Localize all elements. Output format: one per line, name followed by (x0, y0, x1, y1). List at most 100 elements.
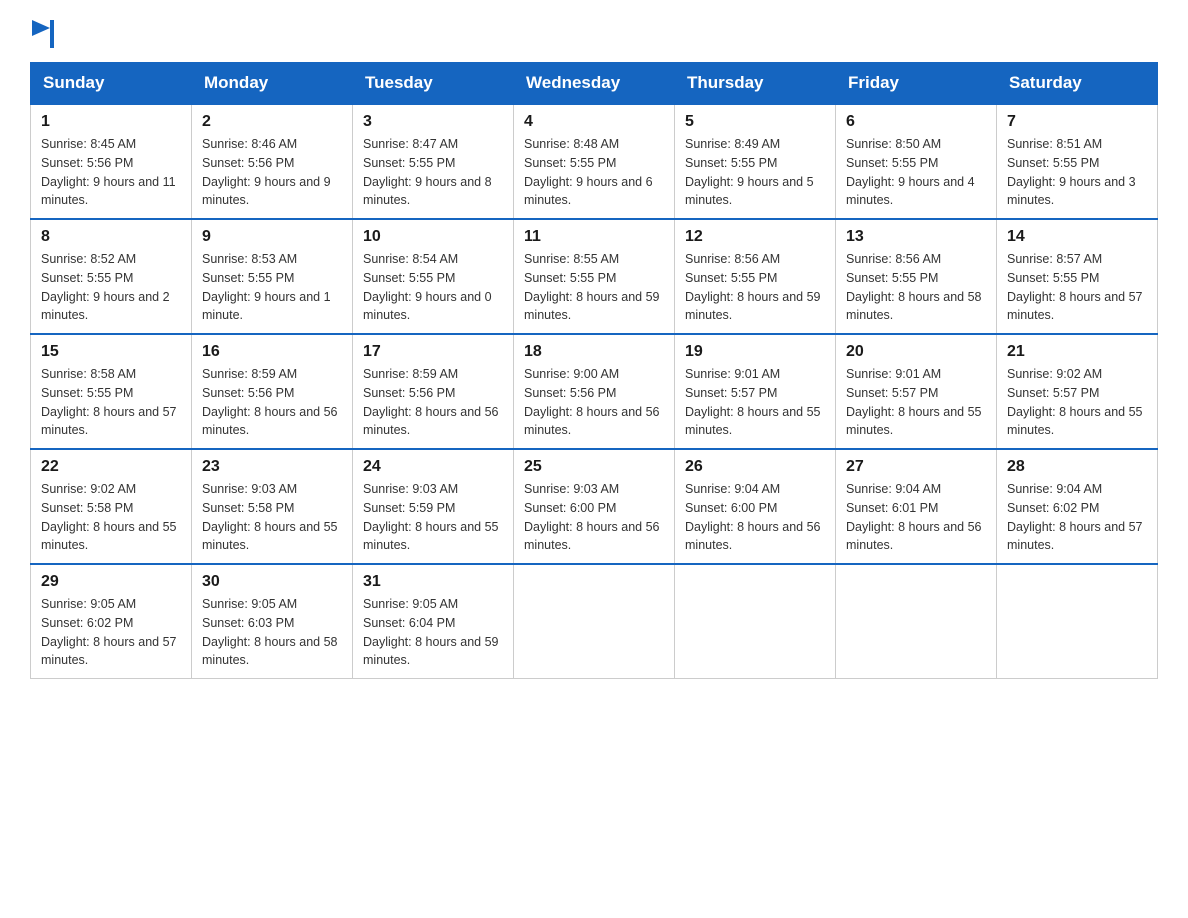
calendar-cell: 15Sunrise: 8:58 AMSunset: 5:55 PMDayligh… (31, 334, 192, 449)
day-info: Sunrise: 9:04 AMSunset: 6:00 PMDaylight:… (685, 480, 825, 555)
header-sunday: Sunday (31, 63, 192, 105)
calendar-week-row: 8 Sunrise: 8:52 AMSunset: 5:55 PMDaylight… (31, 219, 1158, 334)
calendar-cell: 26 Sunrise: 9:04 AMSunset: 6:00 PMDayligh… (675, 449, 836, 564)
day-number: 29 (41, 573, 181, 591)
day-number: 23 (202, 458, 342, 476)
calendar-cell: 8 Sunrise: 8:52 AMSunset: 5:55 PMDaylight… (31, 219, 192, 334)
day-info: Sunrise: 9:05 AMSunset: 6:02 PMDaylight:… (41, 595, 181, 670)
day-info: Sunrise: 8:46 AMSunset: 5:56 PMDaylight:… (202, 135, 342, 210)
header-monday: Monday (192, 63, 353, 105)
day-number: 8 (41, 228, 181, 246)
day-info: Sunrise: 8:57 AMSunset: 5:55 PMDaylight:… (1007, 250, 1147, 325)
calendar-cell: 27 Sunrise: 9:04 AMSunset: 6:01 PMDayligh… (836, 449, 997, 564)
day-number: 6 (846, 113, 986, 131)
calendar-cell: 25 Sunrise: 9:03 AMSunset: 6:00 PMDayligh… (514, 449, 675, 564)
calendar-week-row: 1Sunrise: 8:45 AMSunset: 5:56 PMDaylight… (31, 104, 1158, 219)
day-info: Sunrise: 9:05 AMSunset: 6:03 PMDaylight:… (202, 595, 342, 670)
calendar-cell: 31 Sunrise: 9:05 AMSunset: 6:04 PMDayligh… (353, 564, 514, 679)
calendar-cell: 13 Sunrise: 8:56 AMSunset: 5:55 PMDayligh… (836, 219, 997, 334)
day-info: Sunrise: 9:05 AMSunset: 6:04 PMDaylight:… (363, 595, 503, 670)
day-number: 18 (524, 343, 664, 361)
calendar-table: SundayMondayTuesdayWednesdayThursdayFrid… (30, 62, 1158, 679)
day-number: 9 (202, 228, 342, 246)
logo (30, 20, 56, 42)
day-number: 27 (846, 458, 986, 476)
header-tuesday: Tuesday (353, 63, 514, 105)
calendar-cell: 23 Sunrise: 9:03 AMSunset: 5:58 PMDayligh… (192, 449, 353, 564)
header-thursday: Thursday (675, 63, 836, 105)
calendar-cell: 17Sunrise: 8:59 AMSunset: 5:56 PMDayligh… (353, 334, 514, 449)
day-number: 2 (202, 113, 342, 131)
calendar-cell: 7Sunrise: 8:51 AMSunset: 5:55 PMDaylight… (997, 104, 1158, 219)
day-info: Sunrise: 9:04 AMSunset: 6:02 PMDaylight:… (1007, 480, 1147, 555)
calendar-cell: 12Sunrise: 8:56 AMSunset: 5:55 PMDayligh… (675, 219, 836, 334)
logo-flag-icon (32, 20, 56, 48)
day-number: 31 (363, 573, 503, 591)
calendar-cell (836, 564, 997, 679)
day-info: Sunrise: 8:48 AMSunset: 5:55 PMDaylight:… (524, 135, 664, 210)
day-number: 12 (685, 228, 825, 246)
day-info: Sunrise: 8:56 AMSunset: 5:55 PMDaylight:… (846, 250, 986, 325)
day-info: Sunrise: 9:01 AMSunset: 5:57 PMDaylight:… (846, 365, 986, 440)
day-info: Sunrise: 8:53 AMSunset: 5:55 PMDaylight:… (202, 250, 342, 325)
calendar-cell: 11 Sunrise: 8:55 AMSunset: 5:55 PMDayligh… (514, 219, 675, 334)
calendar-cell: 5 Sunrise: 8:49 AMSunset: 5:55 PMDaylight… (675, 104, 836, 219)
day-number: 21 (1007, 343, 1147, 361)
day-info: Sunrise: 8:45 AMSunset: 5:56 PMDaylight:… (41, 135, 181, 210)
day-info: Sunrise: 9:03 AMSunset: 5:58 PMDaylight:… (202, 480, 342, 555)
calendar-cell: 29 Sunrise: 9:05 AMSunset: 6:02 PMDayligh… (31, 564, 192, 679)
day-info: Sunrise: 9:03 AMSunset: 6:00 PMDaylight:… (524, 480, 664, 555)
day-number: 25 (524, 458, 664, 476)
calendar-cell: 20 Sunrise: 9:01 AMSunset: 5:57 PMDayligh… (836, 334, 997, 449)
day-info: Sunrise: 8:51 AMSunset: 5:55 PMDaylight:… (1007, 135, 1147, 210)
day-info: Sunrise: 9:04 AMSunset: 6:01 PMDaylight:… (846, 480, 986, 555)
header-wednesday: Wednesday (514, 63, 675, 105)
day-info: Sunrise: 8:52 AMSunset: 5:55 PMDaylight:… (41, 250, 181, 325)
header-friday: Friday (836, 63, 997, 105)
calendar-cell (514, 564, 675, 679)
calendar-cell: 1Sunrise: 8:45 AMSunset: 5:56 PMDaylight… (31, 104, 192, 219)
calendar-cell: 2 Sunrise: 8:46 AMSunset: 5:56 PMDaylight… (192, 104, 353, 219)
day-info: Sunrise: 8:47 AMSunset: 5:55 PMDaylight:… (363, 135, 503, 210)
calendar-week-row: 22 Sunrise: 9:02 AMSunset: 5:58 PMDayligh… (31, 449, 1158, 564)
calendar-cell (675, 564, 836, 679)
day-number: 3 (363, 113, 503, 131)
calendar-cell: 22 Sunrise: 9:02 AMSunset: 5:58 PMDayligh… (31, 449, 192, 564)
day-number: 10 (363, 228, 503, 246)
day-number: 20 (846, 343, 986, 361)
day-number: 17 (363, 343, 503, 361)
calendar-cell: 6 Sunrise: 8:50 AMSunset: 5:55 PMDaylight… (836, 104, 997, 219)
day-number: 13 (846, 228, 986, 246)
day-number: 16 (202, 343, 342, 361)
day-info: Sunrise: 9:03 AMSunset: 5:59 PMDaylight:… (363, 480, 503, 555)
calendar-cell: 18 Sunrise: 9:00 AMSunset: 5:56 PMDayligh… (514, 334, 675, 449)
day-number: 14 (1007, 228, 1147, 246)
calendar-cell: 30Sunrise: 9:05 AMSunset: 6:03 PMDayligh… (192, 564, 353, 679)
day-info: Sunrise: 9:00 AMSunset: 5:56 PMDaylight:… (524, 365, 664, 440)
calendar-cell: 9 Sunrise: 8:53 AMSunset: 5:55 PMDaylight… (192, 219, 353, 334)
day-info: Sunrise: 9:01 AMSunset: 5:57 PMDaylight:… (685, 365, 825, 440)
calendar-cell: 10 Sunrise: 8:54 AMSunset: 5:55 PMDayligh… (353, 219, 514, 334)
day-number: 28 (1007, 458, 1147, 476)
day-number: 15 (41, 343, 181, 361)
day-info: Sunrise: 8:50 AMSunset: 5:55 PMDaylight:… (846, 135, 986, 210)
day-info: Sunrise: 8:55 AMSunset: 5:55 PMDaylight:… (524, 250, 664, 325)
calendar-cell: 28 Sunrise: 9:04 AMSunset: 6:02 PMDayligh… (997, 449, 1158, 564)
calendar-cell: 24 Sunrise: 9:03 AMSunset: 5:59 PMDayligh… (353, 449, 514, 564)
day-info: Sunrise: 8:49 AMSunset: 5:55 PMDaylight:… (685, 135, 825, 210)
day-number: 24 (363, 458, 503, 476)
day-info: Sunrise: 9:02 AMSunset: 5:57 PMDaylight:… (1007, 365, 1147, 440)
day-info: Sunrise: 8:54 AMSunset: 5:55 PMDaylight:… (363, 250, 503, 325)
day-number: 5 (685, 113, 825, 131)
calendar-cell: 21 Sunrise: 9:02 AMSunset: 5:57 PMDayligh… (997, 334, 1158, 449)
day-number: 26 (685, 458, 825, 476)
calendar-cell: 4 Sunrise: 8:48 AMSunset: 5:55 PMDaylight… (514, 104, 675, 219)
day-number: 22 (41, 458, 181, 476)
day-info: Sunrise: 8:59 AMSunset: 5:56 PMDaylight:… (202, 365, 342, 440)
calendar-cell: 16 Sunrise: 8:59 AMSunset: 5:56 PMDayligh… (192, 334, 353, 449)
day-info: Sunrise: 9:02 AMSunset: 5:58 PMDaylight:… (41, 480, 181, 555)
calendar-header-row: SundayMondayTuesdayWednesdayThursdayFrid… (31, 63, 1158, 105)
calendar-cell: 14 Sunrise: 8:57 AMSunset: 5:55 PMDayligh… (997, 219, 1158, 334)
day-number: 4 (524, 113, 664, 131)
day-number: 11 (524, 228, 664, 246)
